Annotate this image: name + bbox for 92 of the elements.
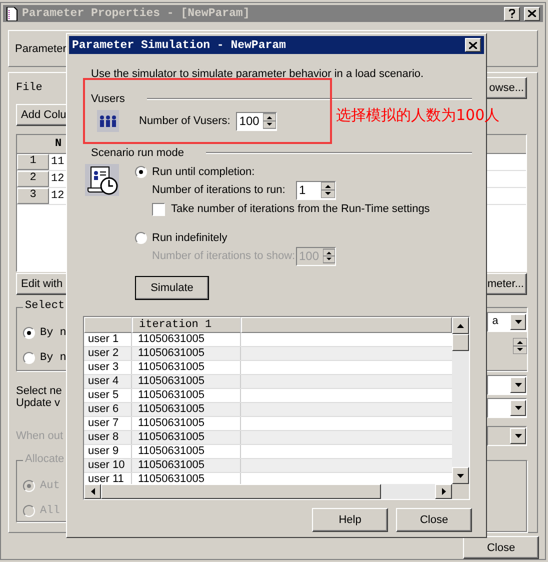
dropdown-arrow-icon: [514, 383, 522, 387]
table-cell-text: 11: [50, 156, 64, 168]
section-heading: Scenario run mode: [91, 147, 184, 159]
dropdown[interactable]: a: [487, 312, 527, 332]
users-icon: [100, 115, 116, 127]
dialog-button[interactable]: Help: [312, 508, 388, 532]
update-label: Update v: [16, 397, 62, 409]
dropdown-arrow-icon: [514, 320, 522, 324]
radio-label: By n: [40, 352, 66, 364]
checkbox-label: Take number of iterations from the Run-Time settings: [171, 203, 430, 215]
radio-button[interactable]: [23, 480, 35, 492]
scroll-left-icon: [90, 488, 94, 495]
radio-button[interactable]: [23, 352, 35, 364]
iterations-spinner[interactable]: 1: [296, 180, 336, 200]
table-cell: 11050631005: [132, 375, 241, 388]
close-icon: [528, 10, 536, 18]
tab[interactable]: Parameter: [15, 42, 66, 55]
file-label: File: [16, 82, 42, 94]
row-number: 3: [17, 188, 49, 204]
scroll-up-icon: [457, 324, 464, 328]
close-icon: [469, 42, 477, 48]
scroll-down-button[interactable]: [452, 467, 469, 484]
scroll-right-button[interactable]: [435, 484, 452, 499]
user-cell: user 9: [84, 445, 132, 458]
vusers-spinner[interactable]: 100: [236, 112, 278, 130]
close-button[interactable]: [524, 6, 540, 21]
checkbox[interactable]: [152, 202, 165, 216]
radio-label: Run until completion:: [152, 166, 255, 178]
spin-arrows-icon[interactable]: [263, 113, 276, 129]
row-number: 2: [17, 171, 49, 187]
table-cell: 11050631005: [132, 459, 241, 472]
help-icon: [509, 9, 515, 18]
user-cell: user 10: [84, 459, 132, 472]
group-title: Allocate: [23, 453, 66, 465]
scroll-right-icon: [442, 488, 446, 495]
help-button[interactable]: [504, 6, 520, 21]
user-cell: user 6: [84, 403, 132, 416]
row-number: 1: [17, 154, 49, 170]
radio-button[interactable]: [135, 166, 147, 178]
dialog-button[interactable]: Close: [396, 508, 472, 532]
spin-arrows-icon[interactable]: [513, 338, 527, 354]
scroll-clock-icon: [85, 164, 119, 196]
spin-arrows-icon[interactable]: [321, 182, 335, 198]
spin-arrows-icon[interactable]: [323, 248, 335, 264]
table-cell: 11050631005: [132, 389, 241, 402]
dropdown-arrow-icon: [514, 434, 522, 438]
dropdown[interactable]: [487, 375, 527, 395]
select-next-label: Select ne: [16, 385, 62, 397]
table-cell: 11050631005: [132, 347, 241, 360]
user-cell: user 3: [84, 361, 132, 374]
scroll-left-button[interactable]: [84, 484, 101, 499]
iterations-label: Number of iterations to show:: [152, 250, 296, 262]
radio-label: Run indefinitely: [152, 232, 228, 244]
table-cell: 11050631005: [132, 361, 241, 374]
user-cell: user 1: [84, 333, 132, 346]
radio-button[interactable]: [23, 326, 35, 338]
radio-label: Aut: [40, 480, 60, 492]
radio-label: By n: [40, 326, 66, 338]
close-button[interactable]: Close: [463, 536, 539, 559]
section-heading: Vusers: [91, 93, 125, 105]
user-cell: user 5: [84, 389, 132, 402]
user-cell: user 7: [84, 417, 132, 430]
table-cell: 11050631005: [132, 431, 241, 444]
add-column-button[interactable]: Add Colu: [16, 104, 68, 126]
close-button[interactable]: [465, 38, 481, 52]
dropdown[interactable]: [487, 398, 527, 418]
user-cell: user 2: [84, 347, 132, 360]
column-header: N: [55, 138, 62, 150]
window-title: Parameter Properties - [NewParam]: [22, 7, 251, 20]
user-cell: user 4: [84, 375, 132, 388]
scroll-thumb[interactable]: [452, 334, 469, 351]
column-header: iteration 1: [132, 317, 241, 333]
dropdown-arrow-icon: [514, 406, 522, 410]
when-out-label: When out: [16, 430, 64, 442]
scroll-thumb[interactable]: [101, 484, 381, 499]
table-cell: 11050631005: [132, 333, 241, 346]
simulate-button[interactable]: Simulate: [135, 276, 209, 300]
table-cell-text: 12: [50, 173, 64, 185]
table-cell-text: 12: [50, 190, 64, 202]
radio-label: All: [40, 504, 60, 516]
table-cell: 11050631005: [132, 403, 241, 416]
user-cell: user 8: [84, 431, 132, 444]
vusers-label: Number of Vusers:: [139, 115, 230, 127]
document-icon: [6, 6, 18, 21]
scroll-up-button[interactable]: [452, 317, 469, 334]
scroll-down-icon: [457, 474, 464, 478]
dialog-title: Parameter Simulation - NewParam: [72, 38, 286, 52]
table-cell: 11050631005: [132, 417, 241, 430]
table-cell: 11050631005: [132, 445, 241, 458]
radio-button[interactable]: [23, 504, 35, 516]
iterations-label: Number of iterations to run:: [152, 184, 286, 196]
intro-text: Use the simulator to simulate parameter behavior in a load scenario.: [91, 68, 425, 80]
